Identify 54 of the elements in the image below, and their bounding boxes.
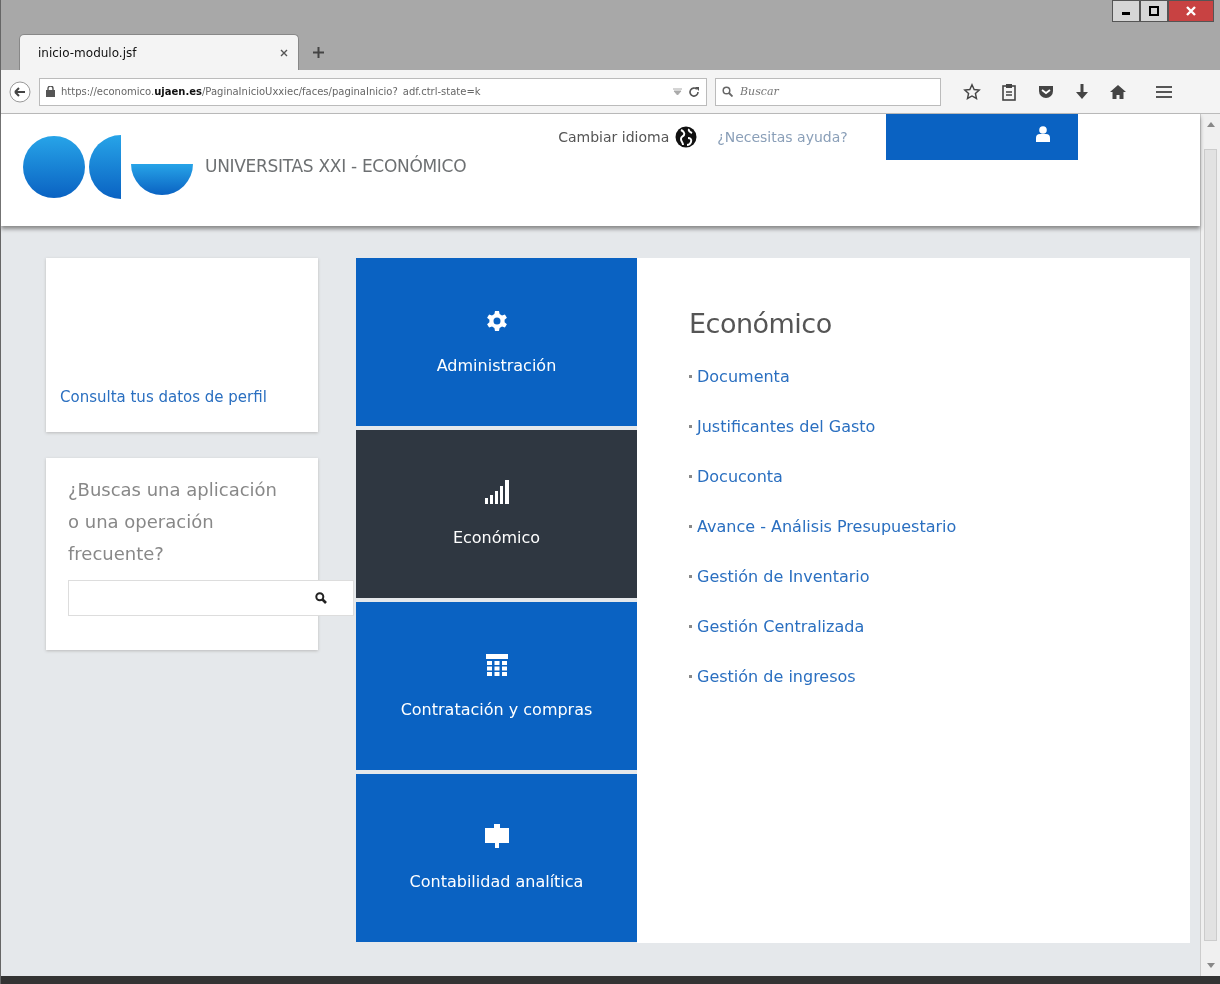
section-title: Económico [689,308,833,339]
address-bar[interactable]: https://economico.ujaen.es/PaginaInicioUxxiec/faces/paginaInicio?_adf.ctrl-state=k [39,77,707,106]
scrollbar[interactable] [1200,114,1220,976]
app-link[interactable]: Gestión de ingresos [697,665,856,688]
reload-icon[interactable] [688,85,700,98]
close-tab-icon[interactable] [280,48,288,57]
app-link[interactable]: Justificantes del Gasto [697,415,876,438]
scroll-down-icon[interactable] [1206,963,1215,968]
download-icon[interactable] [1075,82,1089,101]
lock-icon [46,86,55,97]
language-link[interactable]: Cambiar idioma [558,129,670,145]
logo-icon [23,134,193,200]
maximize-button[interactable] [1140,0,1168,22]
minimize-button[interactable] [1112,0,1140,22]
app-link[interactable]: Gestión de Inventario [697,565,870,588]
search-prompt: ¿Buscas una aplicación o una operación frecuente? [68,478,278,566]
module-tile[interactable]: Económico [356,430,637,598]
scroll-thumb[interactable] [1204,149,1217,941]
menu-icon[interactable] [1155,84,1173,99]
bullet-icon [689,625,692,628]
browser-tab[interactable]: inicio-modulo.jsf [19,34,299,70]
home-icon[interactable] [1109,83,1127,100]
browser-search-field[interactable]: Buscar [715,77,941,106]
search-field[interactable] [68,580,354,616]
search-icon[interactable] [315,592,327,604]
close-button[interactable] [1168,0,1214,22]
bullet-icon [689,375,692,378]
user-icon [1035,126,1050,142]
app-link[interactable]: Avance - Análisis Presupuestario [697,515,957,538]
back-icon[interactable] [9,80,31,103]
bullet-icon [689,425,692,428]
app-link[interactable]: Gestión Centralizada [697,615,865,638]
bullet-icon [689,475,692,478]
scroll-up-icon[interactable] [1206,122,1215,127]
new-tab-icon[interactable] [313,46,324,58]
close-icon [1186,6,1196,16]
star-icon[interactable] [963,82,981,101]
maximize-icon [1149,6,1159,16]
url-text: https://economico.ujaen.es/PaginaInicioUxxiec/faces/paginaInicio?_adf.ctrl-state=k [61,86,482,97]
profile-link[interactable]: Consulta tus datos de perfil [60,388,267,406]
module-tile[interactable]: Contratación y compras [356,602,637,770]
module-tile[interactable]: Contabilidad analítica [356,774,637,942]
brand-title: UNIVERSITAS XXI - ECONÓMICO [205,156,467,176]
bullet-icon [689,675,692,678]
app-link[interactable]: Docuconta [697,465,783,488]
user-button[interactable] [885,114,1078,160]
globe-icon[interactable] [675,126,698,148]
module-tile[interactable]: Administración [356,258,637,426]
help-link[interactable]: ¿Necesitas ayuda? [717,129,848,145]
shield-icon[interactable] [1037,83,1055,100]
bullet-icon [689,575,692,578]
app-link[interactable]: Documenta [697,365,790,388]
bullet-icon [689,525,692,528]
clipboard-icon[interactable] [1001,82,1017,101]
